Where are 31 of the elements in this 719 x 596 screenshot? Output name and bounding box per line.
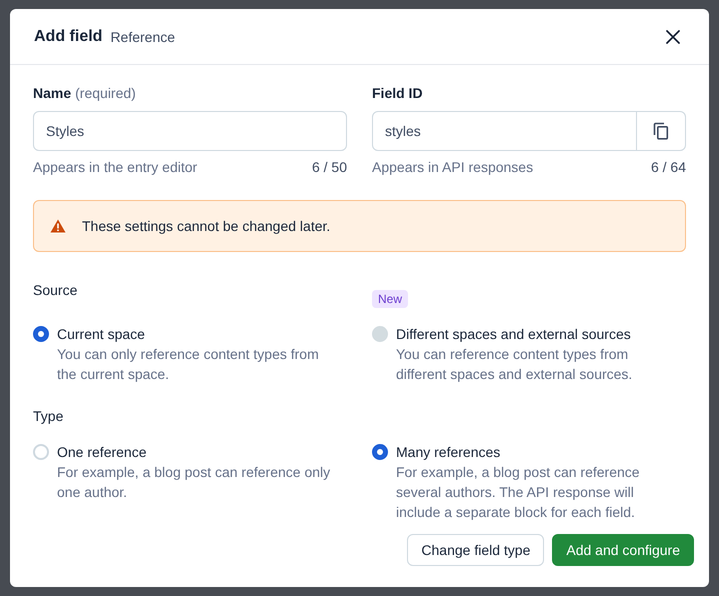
copy-icon	[653, 122, 669, 140]
input-field[interactable]: Styles	[33, 111, 347, 151]
character-count: 6 / 64	[650, 159, 686, 175]
radio-button[interactable]	[372, 444, 388, 460]
field-hint: (required)	[75, 85, 136, 101]
option-description: For example, a blog post can reference several authors. The API response will include a separate block for each field.	[396, 463, 641, 522]
new-badge: New	[372, 290, 408, 308]
option-description: For example, a blog post can reference only one author.	[57, 463, 332, 502]
dialog-title: Add field	[34, 28, 102, 46]
option-description: You can only reference content types from the current space.	[57, 345, 320, 384]
option-description: You can reference content types from different spaces and external sources.	[396, 345, 634, 384]
field-label: Field ID	[372, 85, 423, 101]
radio-button[interactable]	[33, 326, 49, 342]
option-label: Different spaces and external sources	[396, 325, 632, 344]
dialog-subtitle: Reference	[110, 28, 176, 44]
section-title: Source	[33, 282, 78, 298]
copy-button[interactable]	[637, 111, 686, 151]
character-count: 6 / 50	[312, 159, 347, 175]
change-type-button[interactable]: Change field type	[407, 534, 544, 566]
field-label: Name	[33, 85, 72, 101]
option-label: Current space	[57, 325, 146, 344]
warning-icon	[50, 219, 66, 233]
close-icon	[665, 28, 681, 44]
input-field[interactable]: styles	[372, 111, 637, 151]
warning-text: These settings cannot be changed later.	[82, 218, 330, 234]
section-title: Type	[33, 408, 64, 424]
option-label: One reference	[57, 443, 148, 462]
option-label: Many references	[396, 443, 502, 462]
help-text: Appears in the entry editor	[33, 159, 198, 175]
add-button[interactable]: Add and configure	[552, 534, 694, 566]
help-text: Appears in API responses	[372, 159, 534, 175]
